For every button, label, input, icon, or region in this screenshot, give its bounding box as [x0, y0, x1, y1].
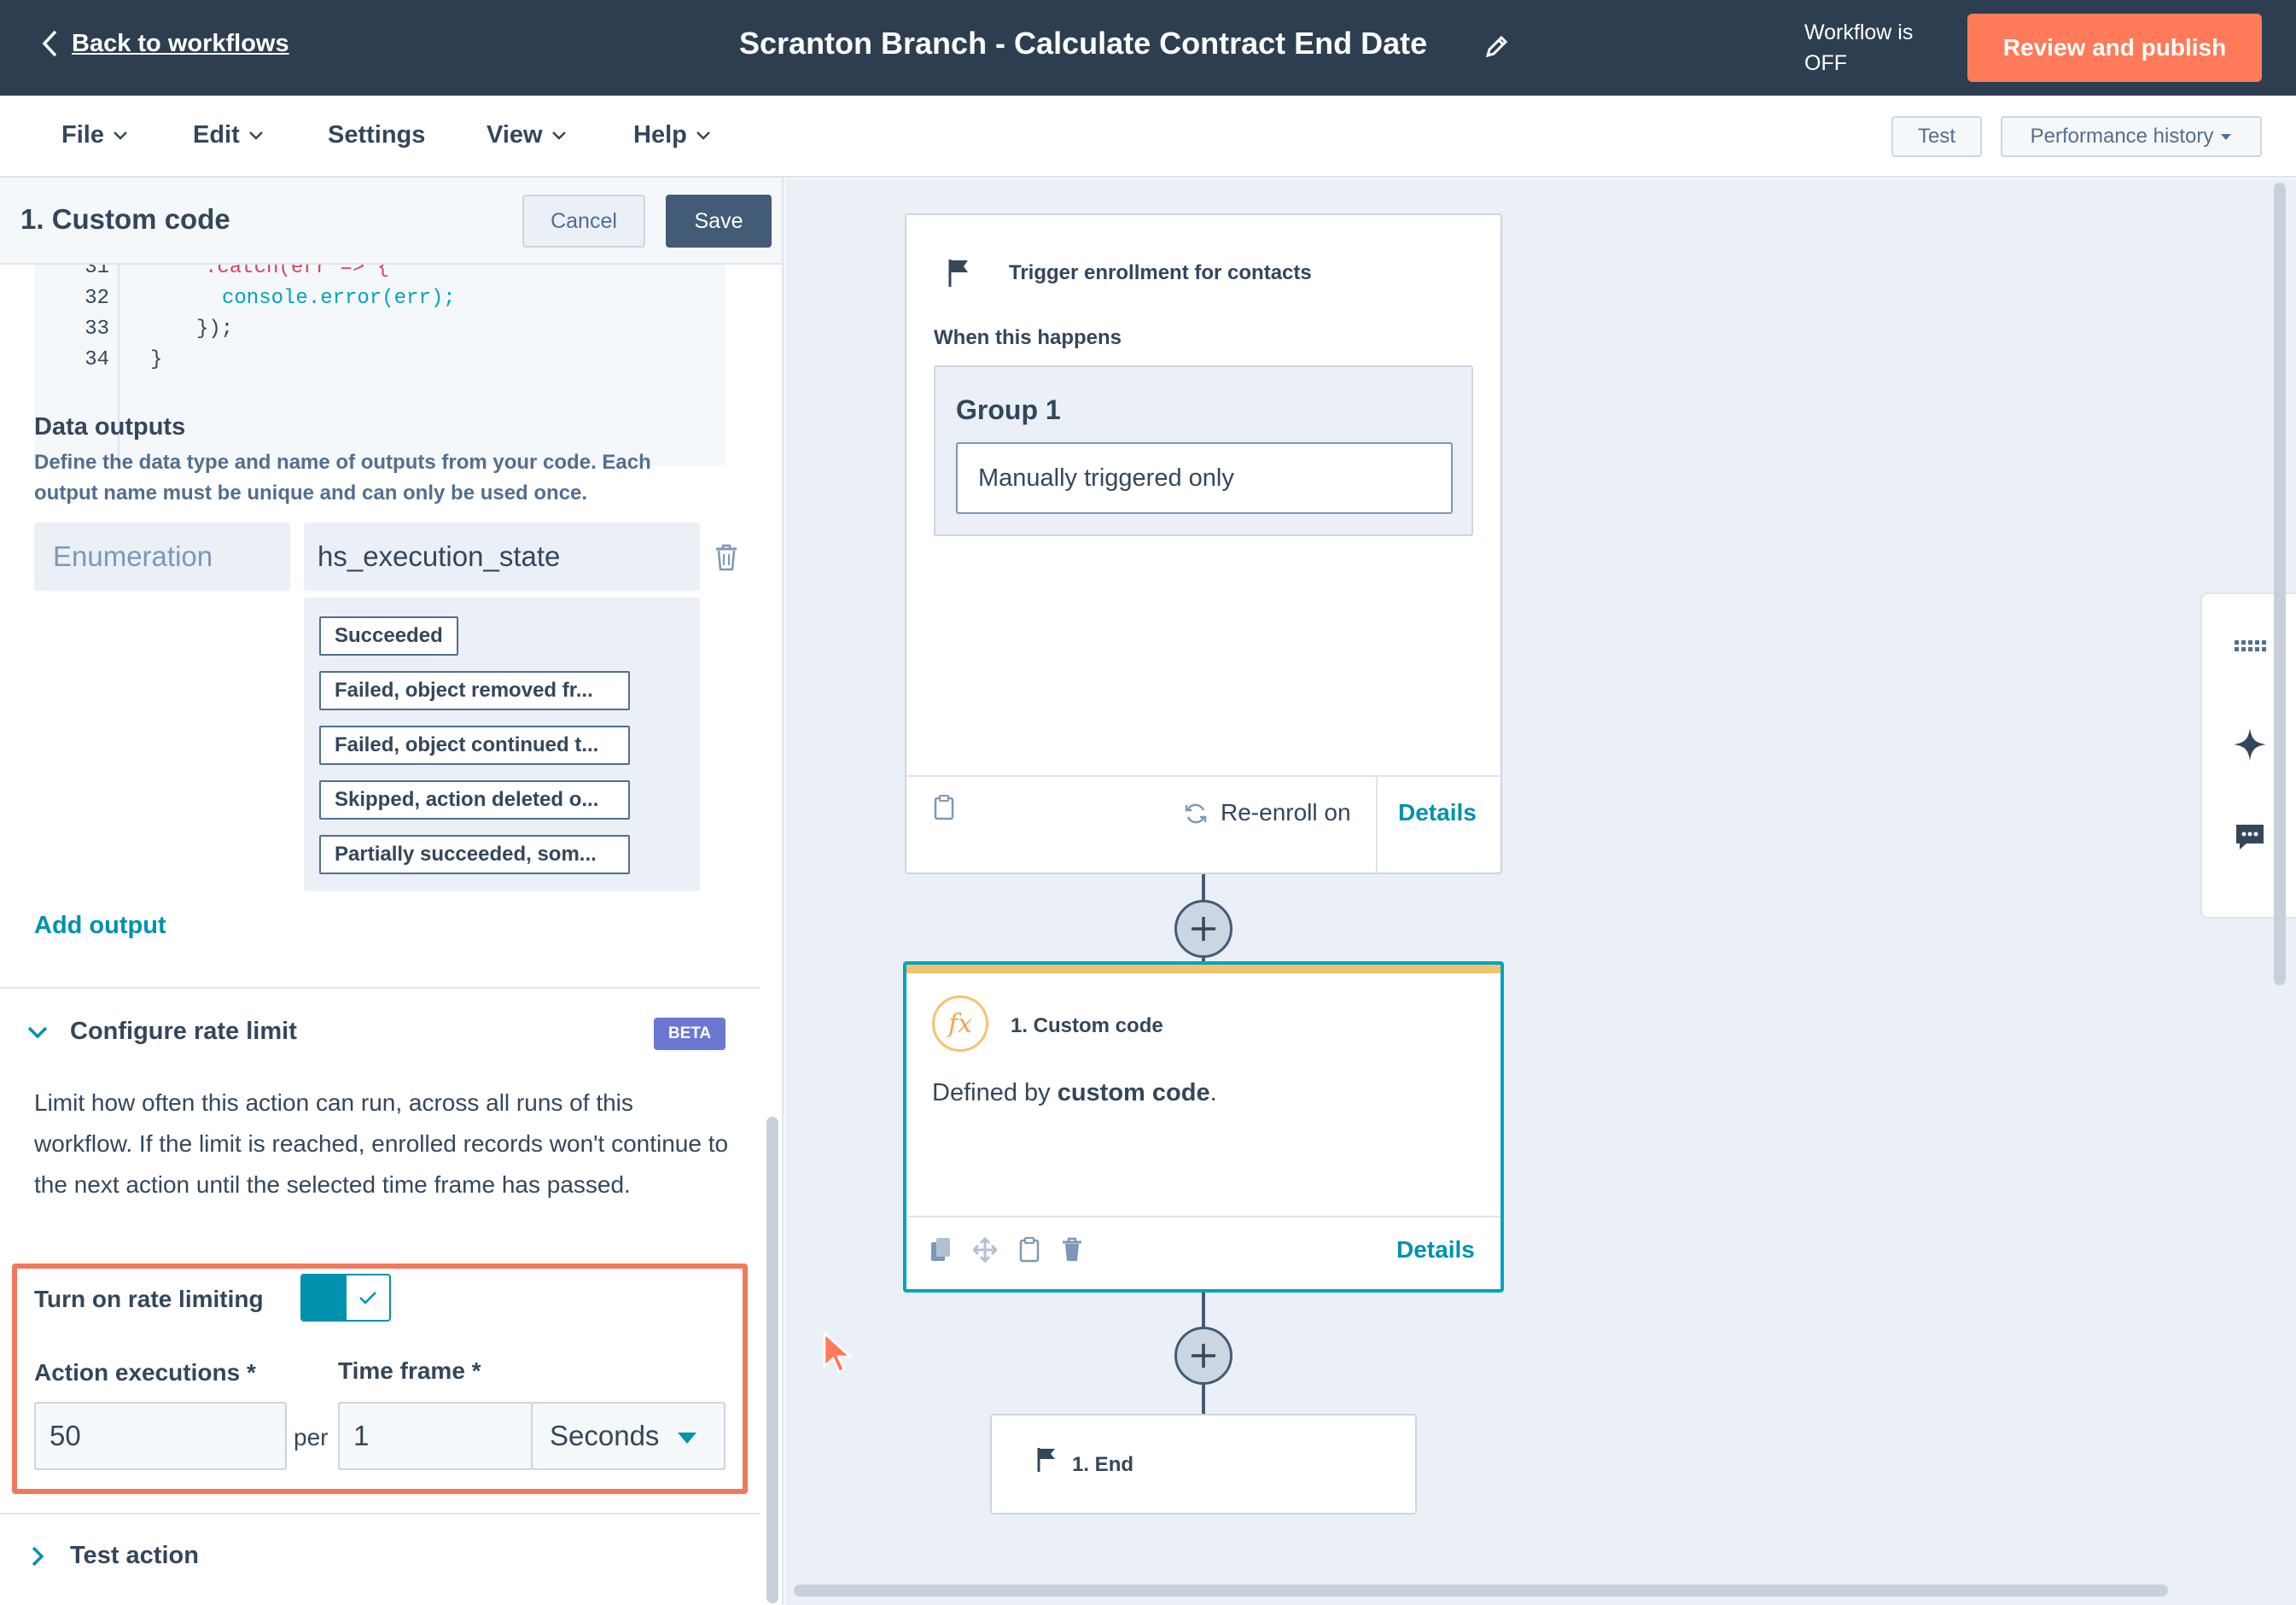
test-action-toggle[interactable]: Test action [26, 1542, 199, 1570]
option-tag[interactable]: Failed, object removed fr... [319, 671, 630, 710]
action-title: 1. Custom code [1011, 1014, 1163, 1037]
back-to-workflows-link[interactable]: Back to workflows [41, 29, 289, 58]
rate-limiting-label: Turn on rate limiting [34, 1286, 264, 1312]
line-number: 33 [84, 318, 109, 341]
save-button[interactable]: Save [666, 195, 772, 248]
workflow-title[interactable]: Scranton Branch - Calculate Contract End… [739, 26, 1427, 61]
output-name-input[interactable]: hs_execution_state [304, 522, 700, 591]
trigger-criteria[interactable]: Manually triggered only [956, 442, 1453, 514]
beta-badge: BETA [654, 1018, 726, 1050]
option-tag[interactable]: Failed, object continued t... [319, 726, 630, 765]
per-label: per [294, 1424, 329, 1450]
caret-down-icon [2221, 134, 2232, 140]
workflow-canvas[interactable]: Trigger enrollment for contacts When thi… [785, 179, 2296, 1605]
menu-file[interactable]: File [61, 121, 128, 149]
custom-code-action-card[interactable]: fx 1. Custom code Defined by custom code… [903, 961, 1504, 1293]
action-executions-input[interactable]: 50 [34, 1402, 287, 1470]
chevron-down-icon [248, 131, 263, 140]
pencil-icon[interactable] [1483, 32, 1511, 60]
card-accent [906, 965, 1501, 973]
add-action-button[interactable] [1174, 1327, 1232, 1385]
time-frame-label: Time frame * [338, 1357, 481, 1384]
panel-header: 1. Custom code Cancel Save [0, 178, 782, 265]
line-number: 32 [84, 287, 109, 310]
caret-down-icon [678, 1433, 696, 1444]
chevron-left-icon [42, 30, 57, 57]
option-tag[interactable]: Succeeded [319, 616, 458, 656]
rate-limit-description: Limit how often this action can run, acr… [34, 1089, 729, 1198]
refresh-icon [1185, 803, 1207, 824]
chevron-right-icon [32, 1546, 44, 1566]
trigger-group[interactable]: Group 1 Manually triggered only [934, 365, 1473, 536]
chevron-down-icon [551, 131, 566, 140]
code-line: } [150, 348, 163, 371]
chat-icon[interactable] [2231, 818, 2269, 855]
when-this-happens: When this happens [934, 326, 1122, 349]
flag-icon [1037, 1448, 1055, 1472]
menu-view[interactable]: View [487, 121, 567, 149]
line-number: 34 [84, 348, 109, 371]
plus-icon [1192, 917, 1215, 941]
option-tag[interactable]: Skipped, action deleted o... [319, 780, 630, 820]
action-description: Defined by custom code. [932, 1079, 1217, 1106]
plus-icon [1192, 1344, 1215, 1368]
workflow-status: Workflow is OFF [1804, 20, 1914, 75]
data-outputs-title: Data outputs [34, 413, 186, 441]
move-icon[interactable] [973, 1236, 997, 1264]
divider [0, 1513, 760, 1515]
cancel-button[interactable]: Cancel [522, 195, 645, 248]
rate-limiting-toggle[interactable] [300, 1274, 391, 1322]
check-icon [359, 1292, 376, 1304]
top-bar: Back to workflows Scranton Branch - Calc… [0, 0, 2296, 96]
performance-history-button[interactable]: Performance history [2001, 116, 2262, 157]
end-card[interactable]: 1. End [990, 1414, 1417, 1515]
code-line: console.error(err); [222, 287, 456, 310]
reenroll-status[interactable]: Re-enroll on [1221, 799, 1351, 826]
clipboard-icon[interactable] [1017, 1236, 1041, 1264]
divider [0, 987, 760, 989]
menu-settings[interactable]: Settings [328, 121, 425, 149]
flag-icon [948, 260, 968, 287]
trash-icon[interactable] [714, 543, 739, 572]
data-outputs-description: Define the data type and name of outputs… [34, 451, 651, 505]
clipboard-icon[interactable] [932, 794, 956, 821]
chevron-down-icon [696, 131, 710, 140]
enumeration-options: Succeeded Failed, object removed fr... F… [304, 598, 700, 891]
trash-icon[interactable] [1060, 1236, 1084, 1264]
action-details-link[interactable]: Details [1396, 1236, 1475, 1264]
output-type-select[interactable]: Enumeration [34, 522, 290, 591]
option-tag[interactable]: Partially succeeded, som... [319, 835, 630, 874]
configure-rate-limit-toggle[interactable]: Configure rate limit [26, 1018, 297, 1046]
group-title: Group 1 [956, 394, 1061, 425]
back-link-label: Back to workflows [72, 29, 289, 57]
time-frame-input[interactable]: 1 [338, 1402, 533, 1470]
chevron-down-icon [114, 131, 127, 140]
panel-scrollbar[interactable] [766, 1117, 778, 1603]
menu-bar: File Edit Settings View Help Test Perfor… [0, 96, 2296, 178]
trigger-title: Trigger enrollment for contacts [1009, 261, 1312, 284]
chevron-down-icon [27, 1026, 48, 1038]
panel-title: 1. Custom code [20, 203, 230, 235]
menu-edit[interactable]: Edit [193, 121, 264, 149]
canvas-horizontal-scrollbar[interactable] [794, 1585, 2168, 1596]
review-and-publish-button[interactable]: Review and publish [1967, 14, 2262, 82]
code-line: }); [196, 318, 234, 341]
function-icon: fx [932, 995, 988, 1052]
add-action-button[interactable] [1174, 900, 1232, 958]
time-frame-unit-select[interactable]: Seconds [531, 1402, 726, 1470]
add-output-link[interactable]: Add output [34, 912, 166, 940]
action-executions-label: Action executions * [34, 1359, 256, 1386]
trigger-details-link[interactable]: Details [1398, 799, 1477, 826]
action-config-panel: 31 .catch(err => { 32 console.error(err)… [0, 178, 784, 1605]
mouse-cursor-icon [823, 1332, 854, 1374]
menu-help[interactable]: Help [633, 121, 711, 149]
canvas-vertical-scrollbar[interactable] [2274, 183, 2286, 985]
end-title: 1. End [1072, 1453, 1134, 1476]
trigger-card[interactable]: Trigger enrollment for contacts When thi… [905, 213, 1502, 874]
test-button[interactable]: Test [1891, 116, 1982, 157]
sparkle-icon[interactable] [2231, 726, 2269, 763]
copy-icon[interactable] [929, 1236, 953, 1264]
keyboard-icon[interactable] [2231, 627, 2269, 664]
